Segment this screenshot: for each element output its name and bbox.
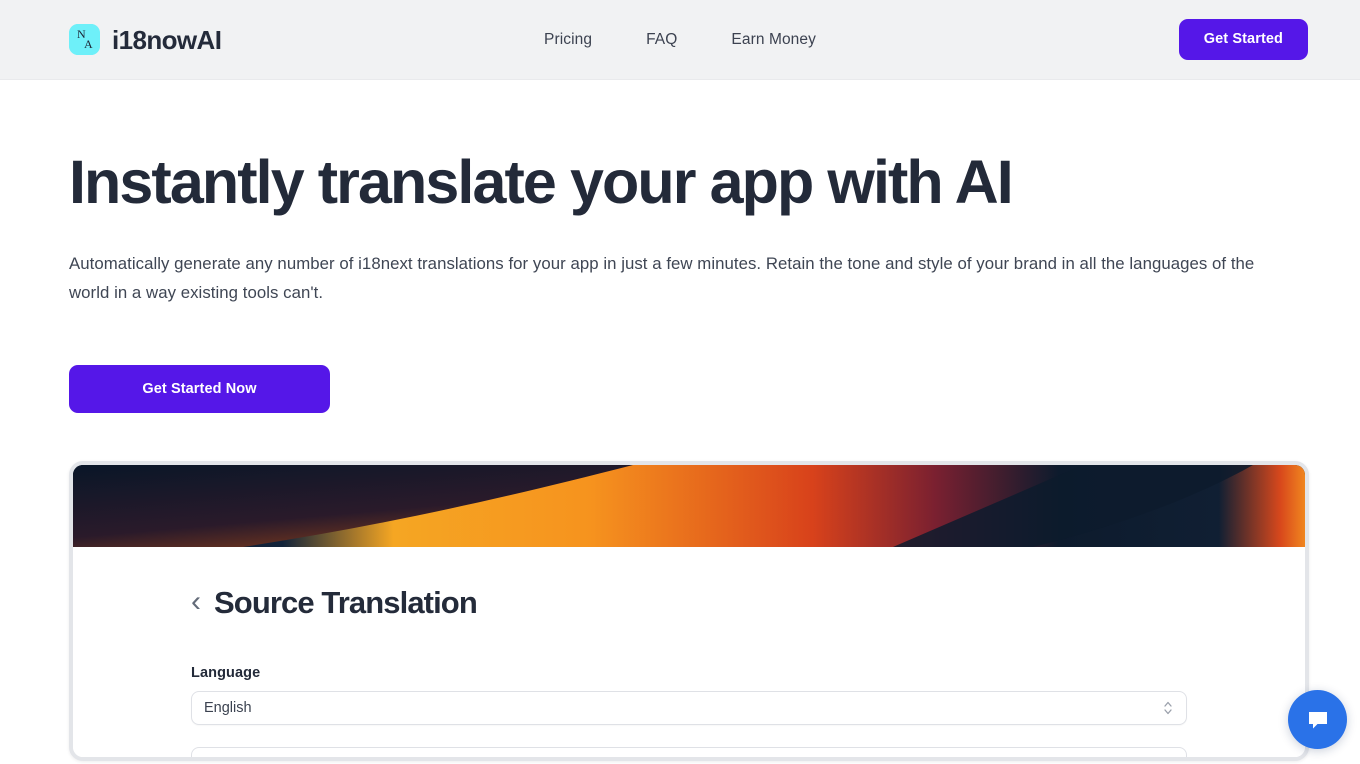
chat-widget-button[interactable] [1288,690,1347,749]
page-title: Instantly translate your app with AI [69,148,1014,216]
hero-subtitle: Automatically generate any number of i18… [69,254,1255,302]
chevron-updown-icon [1162,699,1174,717]
svg-text:A: A [84,37,93,51]
nav-item-earn-money[interactable]: Earn Money [731,31,816,49]
hero-get-started-now-button[interactable]: Get Started Now [69,364,330,413]
chat-bubble-icon [1304,706,1332,734]
site-header: N A i18nowAI Pricing FAQ Earn Money Get … [0,0,1360,80]
brand-logo[interactable]: N A i18nowAI [69,24,222,55]
language-select-value: English [204,699,252,716]
app-screen: ‹ Source Translation Language English [73,546,1305,757]
product-mockup: ‹ Source Translation Language English [69,460,1309,761]
hero-section: Instantly translate your app with AI Aut… [0,80,1360,413]
nav-item-faq[interactable]: FAQ [646,31,677,49]
screen-title: Source Translation [214,584,478,620]
source-text-input[interactable]: Upload your JSON or just drop all text f… [191,746,1187,757]
header-get-started-button[interactable]: Get Started [1178,19,1308,60]
screen-header: ‹ Source Translation [191,585,1187,621]
nav-item-pricing[interactable]: Pricing [544,31,592,49]
device-frame: ‹ Source Translation Language English [69,460,1309,761]
chevron-left-icon[interactable]: ‹ [191,586,201,616]
brand-mark-icon: N A [69,24,100,55]
language-select[interactable]: English [191,690,1187,725]
brand-name: i18nowAI [112,24,222,55]
main-content: Instantly translate your app with AI Aut… [0,80,1360,761]
device-wallpaper [73,464,1305,547]
language-field-label: Language [191,664,261,681]
